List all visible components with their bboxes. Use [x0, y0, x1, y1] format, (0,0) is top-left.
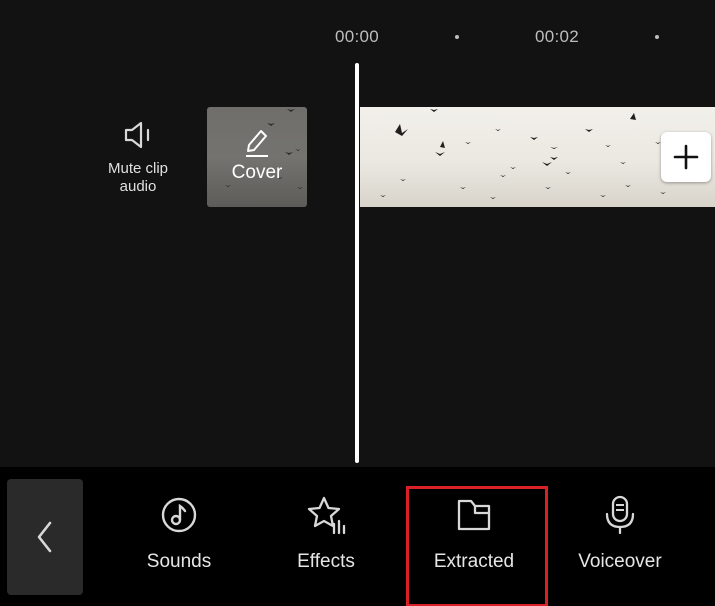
ruler-time-label: 00:02: [535, 27, 580, 46]
cover-thumbnail-birds: [225, 109, 303, 189]
extracted-button[interactable]: Extracted: [409, 495, 539, 573]
bottom-toolbar: Sounds Effects Extracted Voiceover: [0, 467, 715, 606]
cover-button[interactable]: Cover: [207, 107, 307, 207]
add-clip-button[interactable]: [661, 132, 711, 182]
sounds-button[interactable]: Sounds: [114, 495, 244, 573]
cover-label: Cover: [231, 162, 283, 183]
chevron-left-icon: [37, 521, 52, 553]
star-sparkle-icon: [307, 496, 346, 535]
microphone-icon: [605, 495, 635, 535]
video-editor-screen: 00:00 00:02 Mute clip audio Cover Sounds…: [0, 0, 715, 606]
ruler-dot: [655, 35, 659, 39]
ruler-dot: [455, 35, 459, 39]
ruler-time-label: 00:00: [335, 27, 380, 46]
playhead[interactable]: [355, 63, 359, 463]
voiceover-label: Voiceover: [578, 551, 662, 572]
voiceover-button[interactable]: Voiceover: [555, 495, 685, 573]
sounds-label: Sounds: [146, 551, 212, 572]
mute-clip-audio-label: Mute clip audio: [107, 160, 169, 195]
back-button[interactable]: [7, 479, 83, 595]
plus-icon: [673, 144, 699, 170]
edit-pencil-icon: [246, 130, 268, 157]
mute-clip-audio-button[interactable]: Mute clip audio: [92, 118, 184, 210]
extracted-label: Extracted: [433, 551, 515, 572]
folder-icon: [457, 499, 491, 531]
timeline-ruler[interactable]: 00:00 00:02: [0, 0, 715, 60]
speaker-icon: [124, 121, 150, 149]
effects-label: Effects: [297, 551, 355, 572]
music-note-icon: [161, 497, 197, 533]
effects-button[interactable]: Effects: [261, 495, 391, 573]
